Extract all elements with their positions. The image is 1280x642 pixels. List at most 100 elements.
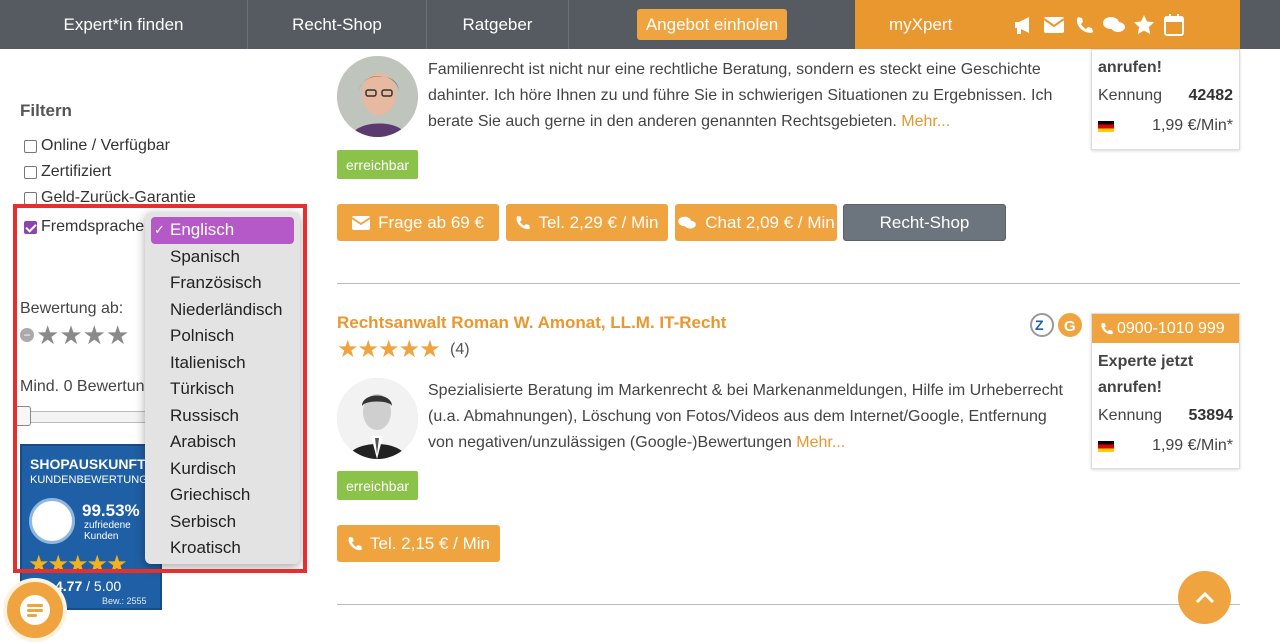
phone-button[interactable]: Tel. 2,15 € / Min [337,525,500,562]
chevron-up-icon [1195,591,1214,603]
call-text: anrufen! [1098,59,1162,76]
filter-fremdsprache[interactable]: Fremdsprache [24,218,144,236]
phone-number-button[interactable]: 0900-1010 999 [1092,314,1239,343]
id-value: 53894 [1188,407,1234,424]
star-icon[interactable]: ★ [106,322,129,348]
option-label: Spanisch [170,246,240,266]
phone-icon [517,215,531,230]
option-label: Serbisch [170,511,237,531]
filter-geld-zurueck[interactable]: Geld-Zurück-Garantie [24,189,196,207]
star-icon[interactable] [1129,13,1159,37]
nav-recht-shop[interactable]: Recht-Shop [248,0,427,49]
myxpert-bar: myXpert [855,0,1240,49]
phone-icon [1101,322,1113,335]
language-option[interactable]: Russisch [145,403,300,430]
language-option[interactable]: Griechisch [145,482,300,509]
rating-filter-stars[interactable]: − ★ ★ ★ ★ [20,322,129,348]
expert-call-card: anrufen! Kennung 42482 1,99 €/Min* [1091,49,1240,150]
checkbox[interactable] [24,165,37,179]
nav-ratgeber[interactable]: Ratgeber [427,0,569,49]
language-option[interactable]: Serbisch [145,509,300,536]
language-option[interactable]: Spanisch [145,244,300,271]
shop-badge-percent: 99.53% [82,501,140,520]
price: 1,99 €/Min* [1152,117,1233,134]
filter-label: Fremdsprache [41,218,145,235]
slider-handle[interactable] [13,406,31,426]
star-icon[interactable]: ★ [59,322,82,348]
minus-icon[interactable]: − [20,328,34,342]
score-max: / 5.00 [86,578,122,594]
ask-question-button[interactable]: Frage ab 69 € [337,204,499,241]
megaphone-icon[interactable] [1009,13,1039,37]
phone-icon [348,536,362,551]
language-option[interactable]: Französisch [145,270,300,297]
id-label: Kennung [1098,87,1163,104]
expert-avatar[interactable] [337,56,418,137]
rating-filter-label: Bewertung ab: [20,300,124,317]
checkbox[interactable] [24,191,37,205]
nav-expert-finden[interactable]: Expert*in finden [0,0,248,49]
min-reviews-slider[interactable] [20,411,150,423]
chat-widget-button[interactable] [3,578,67,642]
phone-icon[interactable] [1069,13,1099,37]
chat-button[interactable]: Chat 2,09 € / Min [675,204,837,241]
language-option[interactable]: Polnisch [145,323,300,350]
filter-title: Filtern [20,101,72,120]
option-label: Kroatisch [170,538,241,558]
expert-avatar[interactable] [337,378,418,459]
language-option[interactable]: Niederländisch [145,297,300,324]
status-badge: erreichbar [337,150,418,179]
language-option[interactable]: Kroatisch [145,535,300,562]
satisfied-text: zufriedene [84,520,131,531]
language-dropdown[interactable]: ✓ Englisch Spanisch Französisch Niederländis… [145,212,300,564]
star-icon[interactable]: ★ [36,322,59,348]
language-option[interactable]: Arabisch [145,429,300,456]
mail-icon[interactable] [1039,13,1069,37]
button-label: Tel. 2,15 € / Min [369,533,490,553]
filter-zertifiziert[interactable]: Zertifiziert [24,163,111,181]
angebot-einholen-button[interactable]: Angebot einholen [637,9,787,40]
description-text: Spezialisierte Beratung im Markenrecht &… [428,382,1063,451]
german-flag-icon [1098,120,1114,132]
language-option[interactable]: Italienisch [145,350,300,377]
garantie-icon: G [1058,313,1082,337]
button-label: Chat 2,09 € / Min [705,212,835,232]
recht-shop-button[interactable]: Recht-Shop [843,204,1006,241]
shop-badge-reviews: Bew.: 2555 [102,596,147,606]
svg-text:G: G [1064,318,1076,335]
german-flag-icon [1098,440,1114,452]
language-option[interactable]: Kurdisch [145,456,300,483]
id-label: Kennung [1098,407,1163,424]
filter-label: Geld-Zurück-Garantie [41,189,196,206]
option-label: Griechisch [170,485,251,505]
filter-label: Zertifiziert [41,163,112,180]
calendar-icon[interactable] [1159,13,1189,37]
description-text: Familienrecht ist nicht nur eine rechtli… [428,61,1053,130]
scroll-to-top-button[interactable] [1178,571,1231,624]
expert-name-link[interactable]: Rechtsanwalt Roman W. Amonat, LL.M. IT-R… [337,313,726,333]
myxpert-link[interactable]: myXpert [889,15,1009,35]
more-link[interactable]: Mehr... [901,113,950,130]
star-icon[interactable]: ★ [83,322,106,348]
option-label: Französisch [170,273,262,293]
phone-button[interactable]: Tel. 2,29 € / Min [506,204,668,241]
language-option[interactable]: ✓ Englisch [151,217,294,244]
language-option[interactable]: Türkisch [145,376,300,403]
nav-right-filler [1240,0,1280,49]
shop-badge-stars: ★★★★★ [28,551,128,578]
checkbox[interactable] [24,139,37,153]
id-row: Kennung 42482 [1092,81,1239,111]
checkmark-icon: ✓ [154,222,165,238]
option-label: Italienisch [170,352,246,372]
review-count[interactable]: (4) [450,341,470,359]
divider [337,283,1240,284]
shop-badge-score: 4.77 / 5.00 [55,578,121,594]
more-link[interactable]: Mehr... [796,434,845,451]
chat-icon[interactable] [1099,13,1129,37]
expert-description: Spezialisierte Beratung im Markenrecht &… [428,378,1068,456]
filter-online[interactable]: Online / Verfügbar [24,137,170,155]
checkbox-checked[interactable] [24,220,37,234]
rating-stars: ★★★★★ [337,336,441,363]
shop-badge-title: SHOPAUSKUNFT [30,456,146,472]
option-label: Kurdisch [170,458,237,478]
